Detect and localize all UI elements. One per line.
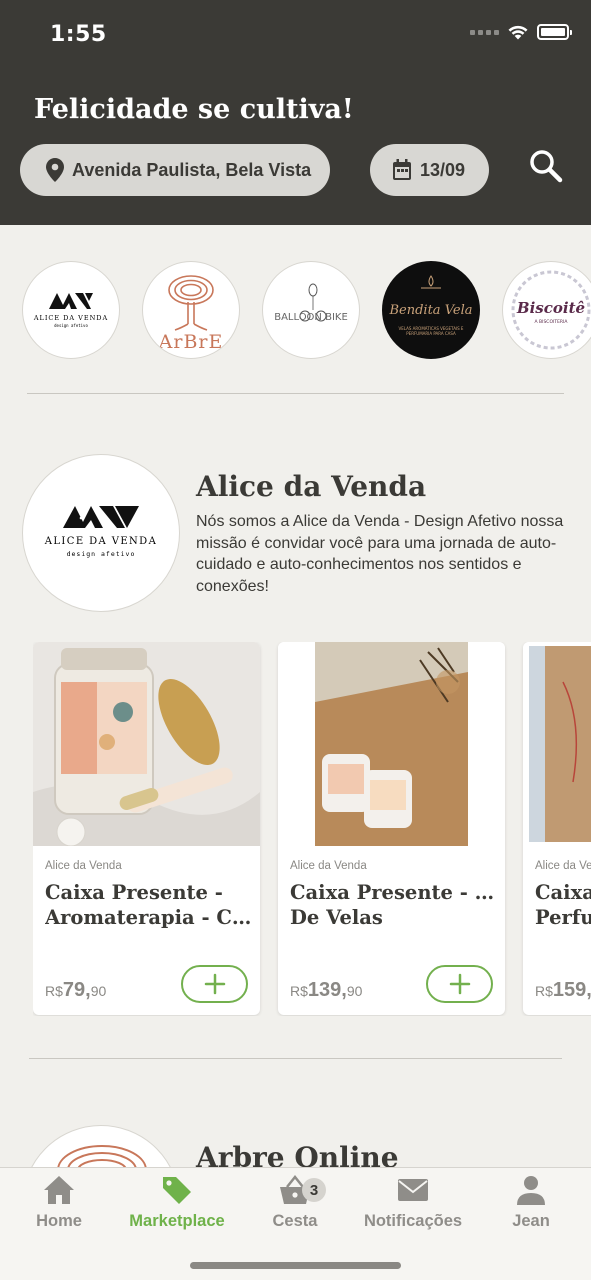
svg-text:ArBrE: ArBrE [158, 331, 224, 352]
featured-store-name[interactable]: Alice da Venda [196, 470, 426, 503]
product-title[interactable]: Caixa Perfu [535, 880, 591, 930]
search-icon [530, 150, 563, 183]
location-label: Avenida Paulista, Bela Vista [72, 159, 312, 180]
product-image [33, 642, 260, 846]
arbre-logo: ArBrE [158, 275, 224, 352]
product-price: R$159, [535, 979, 591, 1001]
featured-store-description: Nós somos a Alice da Venda - Design Afet… [196, 513, 564, 595]
svg-text:design afetivo: design afetivo [67, 550, 136, 558]
tab-home[interactable]: Home [0, 1174, 118, 1231]
home-icon [44, 1176, 74, 1204]
product-image [278, 642, 505, 846]
svg-text:Bendita Vela: Bendita Vela [388, 303, 472, 318]
battery-icon [537, 24, 572, 40]
section-divider [29, 1058, 562, 1059]
svg-text:BALLOON BIKE: BALLOON BIKE [274, 312, 348, 323]
product-image [523, 642, 591, 846]
tab-notificacoes[interactable]: Notificações [354, 1174, 472, 1231]
product-card[interactable]: Alice da Venda Caixa Presente - Par De V… [278, 642, 505, 1015]
status-time: 1:55 [50, 22, 107, 47]
store-logo-arbre[interactable]: ArBrE [142, 261, 240, 359]
tab-label: Jean [512, 1212, 550, 1230]
tag-icon [163, 1177, 191, 1204]
featured-store-logo[interactable]: ALICE DA VENDA design afetivo [22, 454, 180, 612]
store-carousel[interactable]: ALICE DA VENDA design afetivo ArBrE BALL… [22, 261, 591, 359]
product-store-name: Alice da Venda [45, 860, 122, 872]
add-to-cart-button[interactable] [181, 965, 248, 1003]
tab-marketplace[interactable]: Marketplace [118, 1174, 236, 1231]
product-price: R$79,90 [45, 979, 107, 1001]
svg-text:A BISCOITERIA: A BISCOITERIA [535, 319, 569, 325]
alice-da-venda-logo: ALICE DA VENDA design afetivo [33, 293, 108, 328]
page-headline: Felicidade se cultiva! [34, 94, 354, 125]
alice-da-venda-logo: ALICE DA VENDA design afetivo [44, 506, 157, 558]
app-header: 1:55 Felicidade se cultiva! Avenida Paul… [0, 0, 591, 225]
store-logo-biscoite[interactable]: Biscoitê A BISCOITERIA [502, 261, 591, 359]
tab-label: Marketplace [129, 1212, 225, 1230]
plus-icon [204, 973, 225, 995]
tab-label: Home [36, 1212, 82, 1230]
biscoite-logo: Biscoitê A BISCOITERIA [511, 270, 591, 350]
calendar-icon [393, 159, 411, 180]
product-carousel[interactable]: Alice da Venda Caixa Presente - Aromater… [33, 642, 591, 1016]
mail-icon [398, 1179, 428, 1201]
svg-text:design afetivo: design afetivo [54, 323, 88, 328]
section-divider [27, 393, 564, 394]
product-card[interactable]: Alice da Venda Caixa Presente - Aromater… [33, 642, 260, 1015]
plus-icon [449, 973, 470, 995]
product-title[interactable]: Caixa Presente - Aromaterapia - Ca... [45, 880, 253, 930]
product-title[interactable]: Caixa Presente - Par De Velas [290, 880, 498, 930]
product-store-name: Alice da Venda [290, 860, 367, 872]
svg-text:ALICE DA VENDA: ALICE DA VENDA [44, 536, 157, 547]
product-price: R$139,90 [290, 979, 363, 1001]
product-card[interactable]: Alice da Ve Caixa Perfu R$159, [523, 642, 591, 1015]
cart-count-badge: 3 [302, 1178, 326, 1202]
date-label: 13/09 [420, 159, 466, 180]
svg-text:Biscoitê: Biscoitê [516, 299, 585, 317]
product-store-name: Alice da Ve [535, 860, 591, 872]
wifi-icon [508, 25, 528, 40]
store-logo-balloon-bike[interactable]: BALLOON BIKE [262, 261, 360, 359]
bottom-tab-bar: Home Marketplace 3 Cesta Notificações Je… [0, 1167, 591, 1280]
tab-label: Notificações [363, 1212, 463, 1230]
balloon-bike-logo: BALLOON BIKE [274, 283, 348, 323]
tab-cesta[interactable]: 3 Cesta [236, 1174, 354, 1231]
bendita-vela-logo: Bendita Vela VELAS AROMÁTICAS VEGETAIS E… [388, 275, 473, 336]
location-selector[interactable]: Avenida Paulista, Bela Vista [20, 144, 330, 196]
store-logo-bendita-vela[interactable]: Bendita Vela VELAS AROMÁTICAS VEGETAIS E… [382, 261, 480, 359]
add-to-cart-button[interactable] [426, 965, 493, 1003]
signal-icon [470, 29, 499, 35]
search-button[interactable] [526, 146, 566, 186]
store-logo-alice-da-venda[interactable]: ALICE DA VENDA design afetivo [22, 261, 120, 359]
date-selector[interactable]: 13/09 [370, 144, 489, 196]
location-pin-icon [46, 158, 64, 182]
tab-profile[interactable]: Jean [472, 1174, 590, 1231]
tab-label: Cesta [272, 1212, 318, 1230]
home-indicator [190, 1262, 401, 1269]
svg-text:ALICE DA VENDA: ALICE DA VENDA [33, 314, 108, 322]
status-icons [470, 24, 572, 40]
user-icon [517, 1176, 545, 1205]
